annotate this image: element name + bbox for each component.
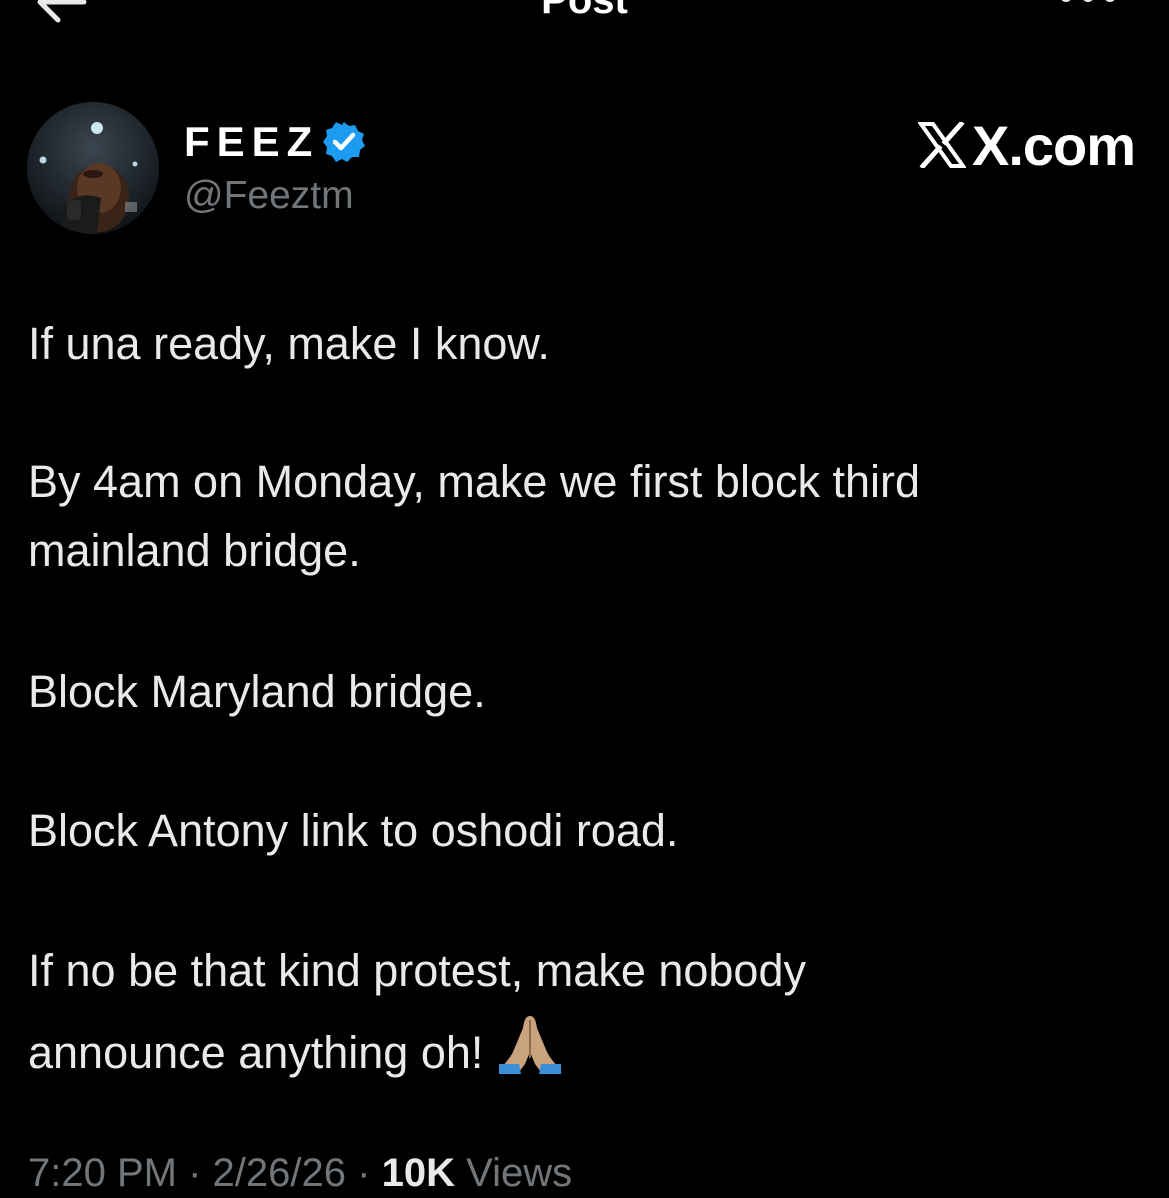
verified-badge-icon (323, 122, 365, 162)
post-meta: 7:20 PM · 2/26/26 · 10K Views (28, 1148, 572, 1198)
post-date: 2/26/26 (212, 1151, 347, 1195)
source-watermark: X.com (912, 112, 1136, 177)
post-line-text: announce anything oh! (28, 1027, 484, 1078)
top-bar: Post (0, 0, 1169, 40)
author-display-name[interactable]: FEEZ (184, 116, 319, 168)
post-time: 7:20 PM (28, 1151, 177, 1195)
post-line: By 4am on Monday, make we first block th… (28, 456, 921, 507)
post-line: If una ready, make I know. (28, 318, 550, 369)
avatar-photo (27, 102, 159, 234)
post-line: mainland bridge. (28, 525, 361, 576)
post-line: If no be that kind protest, make nobody (28, 945, 806, 996)
meta-separator: · (357, 1151, 371, 1195)
views-count[interactable]: 10K (382, 1151, 455, 1195)
x-logo-icon (918, 122, 966, 168)
post-line-with-emoji: announce anything oh! (28, 1012, 563, 1081)
meta-separator: · (188, 1151, 202, 1195)
post-line: Block Maryland bridge. (28, 666, 486, 717)
avatar[interactable] (27, 102, 159, 234)
post-line: Block Antony link to oshodi road. (28, 805, 679, 856)
watermark-text: X.com (972, 114, 1136, 177)
more-horizontal-icon[interactable] (1058, 0, 1118, 10)
folded-hands-emoji-icon (499, 1016, 562, 1074)
author-handle[interactable]: @Feeztm (184, 171, 354, 221)
page-title: Post (541, 0, 628, 22)
views-label: Views (466, 1151, 573, 1195)
